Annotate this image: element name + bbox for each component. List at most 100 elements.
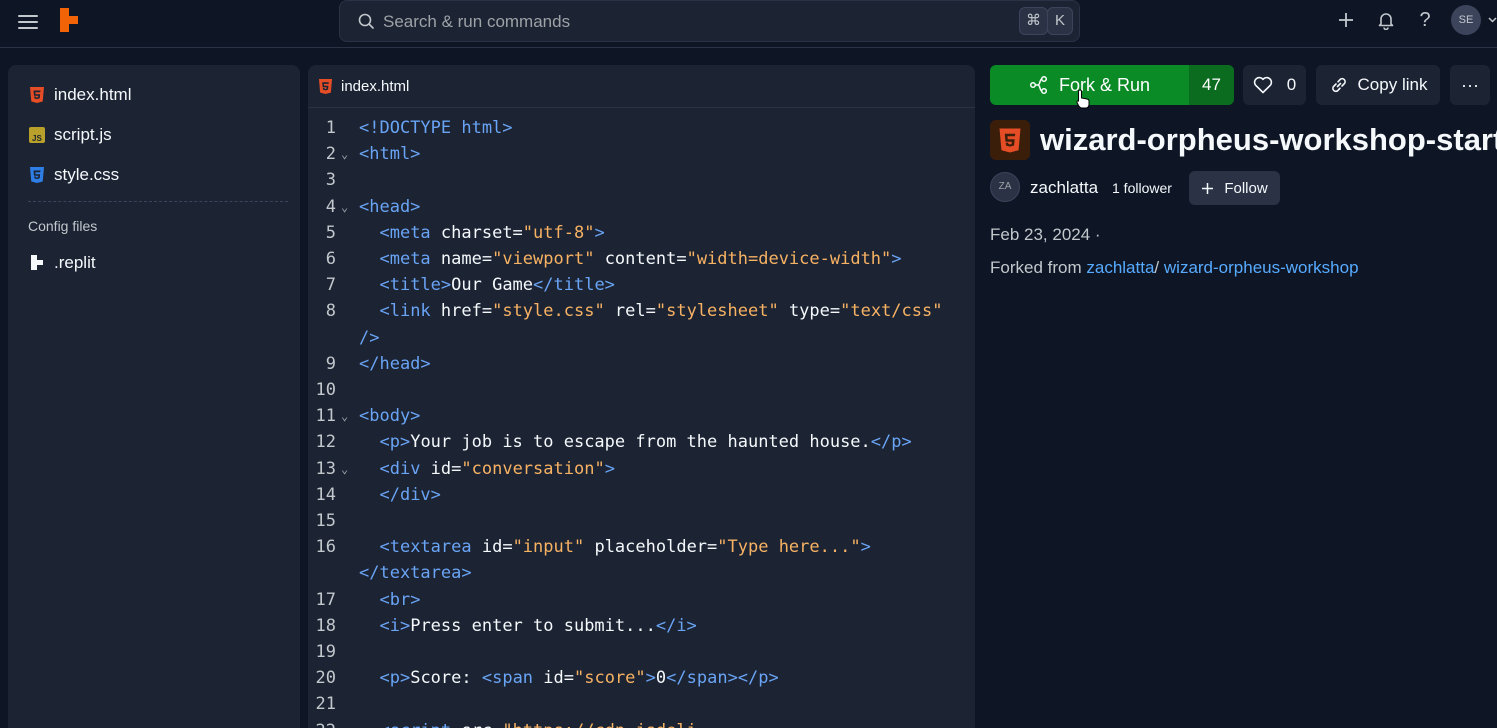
code-line[interactable]: 22 <script src="https://cdn.jsdeli — [308, 718, 975, 728]
code-text: <script src="https://cdn.jsdeli — [359, 718, 696, 728]
code-text: <br> — [359, 587, 420, 613]
line-number: 8 — [325, 301, 336, 322]
command-key: ⌘ — [1019, 7, 1048, 35]
fold-chevron-icon[interactable]: ⌄ — [341, 456, 348, 482]
code-line[interactable]: 14 </div> — [308, 482, 975, 508]
code-line[interactable]: 13 ⌄ <div id="conversation"> — [308, 456, 975, 482]
code-line[interactable]: 5 <meta charset="utf-8"> — [308, 220, 975, 246]
help-icon[interactable]: ? — [1413, 8, 1437, 32]
code-line[interactable]: 15 — [308, 508, 975, 534]
more-options-button[interactable]: ··· — [1450, 65, 1490, 105]
line-number: 7 — [325, 275, 336, 296]
line-number: 19 — [315, 642, 336, 662]
line-number: 12 — [315, 432, 336, 453]
fork-and-run-button[interactable]: Fork & Run 47 — [990, 65, 1234, 105]
repl-title: wizard-orpheus-workshop-starter — [1040, 122, 1497, 157]
fork-label: Fork & Run — [1058, 74, 1151, 95]
code-token: placeholder= — [584, 537, 718, 558]
code-line[interactable]: 3 — [308, 167, 975, 193]
code-line[interactable]: 11 ⌄ <body> — [308, 403, 975, 429]
owner-username[interactable]: zachlatta — [1030, 178, 1098, 198]
code-token: "style.css" — [492, 301, 605, 322]
line-number: 17 — [315, 589, 336, 610]
code-token: <html> — [359, 144, 421, 165]
code-line[interactable]: 10 — [308, 377, 975, 403]
forked-from: Forked from zachlatta/ wizard-orpheus-wo… — [990, 258, 1359, 278]
editor-tab-label: index.html — [341, 77, 410, 95]
code-editor[interactable]: index.html 1 <!DOCTYPE html> 2 ⌄ <html> 3 4 ⌄ <h… — [308, 65, 975, 728]
code-line[interactable]: 19 — [308, 639, 975, 665]
like-count: 0 — [1286, 75, 1297, 94]
code-text: <head> — [359, 194, 420, 220]
fold-chevron-icon[interactable]: ⌄ — [341, 194, 348, 220]
code-token: "text/css" — [840, 301, 943, 322]
code-line[interactable]: 20 <p>Score: <span id="score">0</span></… — [308, 665, 975, 691]
fork-count[interactable]: 47 — [1189, 65, 1234, 105]
replit-logo[interactable] — [58, 8, 80, 32]
code-token: <p> — [379, 432, 411, 453]
code-text: <p>Score: <span id="score">0</span></p> — [359, 665, 778, 691]
css3-icon — [28, 166, 46, 184]
file-replit-config[interactable]: .replit — [28, 248, 288, 278]
code-line[interactable]: /> — [308, 325, 975, 351]
link-icon — [1331, 77, 1346, 93]
line-number: 18 — [315, 615, 336, 636]
forked-repl-link[interactable]: wizard-orpheus-workshop — [1164, 258, 1359, 277]
code-line[interactable]: 6 <meta name="viewport" content="width=d… — [308, 246, 975, 272]
code-token: </p> — [870, 432, 912, 453]
replit-config-icon — [28, 254, 46, 272]
line-number: 11 — [315, 406, 336, 427]
chevron-down-icon[interactable] — [1488, 17, 1497, 23]
like-button[interactable]: 0 — [1243, 65, 1306, 105]
code-token: "conversation" — [461, 458, 605, 479]
code-token: Your job is to escape from the haunted h… — [410, 432, 871, 453]
code-text: <html> — [359, 141, 420, 167]
code-line[interactable]: 9 </head> — [308, 351, 975, 377]
code-line[interactable]: 16 <textarea id="input" placeholder="Typ… — [308, 534, 975, 560]
code-line[interactable]: 4 ⌄ <head> — [308, 194, 975, 220]
code-line[interactable]: 1 <!DOCTYPE html> — [308, 115, 975, 141]
line-number: 1 — [325, 118, 336, 138]
code-line[interactable]: 18 <i>Press enter to submit...</i> — [308, 613, 975, 639]
file-style-css[interactable]: style.css — [28, 160, 288, 190]
html5-icon — [999, 128, 1021, 152]
editor-tab[interactable]: index.html — [308, 65, 975, 108]
file-index-html[interactable]: index.html — [28, 80, 288, 110]
fold-chevron-icon[interactable]: ⌄ — [341, 141, 348, 167]
line-number: 15 — [315, 511, 336, 531]
code-line[interactable]: 12 <p>Your job is to escape from the hau… — [308, 429, 975, 455]
code-token: /> — [359, 327, 380, 348]
menu-icon[interactable] — [18, 12, 38, 30]
code-token: <meta — [379, 222, 441, 243]
plus-icon[interactable] — [1334, 8, 1358, 32]
code-line[interactable]: 21 — [308, 691, 975, 717]
file-script-js[interactable]: JS script.js — [28, 120, 288, 150]
code-line[interactable]: 8 <link href="style.css" rel="stylesheet… — [308, 298, 975, 324]
owner-avatar[interactable]: ZA — [990, 172, 1020, 202]
avatar[interactable]: SE — [1451, 5, 1481, 35]
forked-separator: / — [1154, 258, 1160, 277]
code-line[interactable]: 7 <title>Our Game</title> — [308, 272, 975, 298]
search-icon — [358, 13, 374, 29]
code-line[interactable]: </textarea> — [308, 560, 975, 586]
file-name: index.html — [54, 85, 132, 104]
code-token: "Type here..." — [717, 537, 861, 558]
forked-owner-link[interactable]: zachlatta — [1086, 258, 1154, 277]
js-icon: JS — [28, 126, 46, 144]
fold-chevron-icon[interactable]: ⌄ — [341, 403, 348, 429]
code-line[interactable]: 2 ⌄ <html> — [308, 141, 975, 167]
forked-prefix: Forked from — [990, 258, 1082, 277]
follow-button[interactable]: Follow — [1189, 171, 1280, 205]
code-text: <i>Press enter to submit...</i> — [359, 613, 696, 639]
copy-link-button[interactable]: Copy link — [1316, 65, 1440, 105]
bell-icon[interactable] — [1374, 8, 1398, 32]
publish-date: Feb 23, 2024 · — [990, 225, 1101, 244]
search-bar[interactable]: Search & run commands ⌘ K — [339, 0, 1080, 42]
follower-count: 1 follower — [1112, 180, 1172, 196]
code-token: Press enter to submit... — [410, 615, 656, 636]
code-text: <meta name="viewport" content="width=dev… — [359, 246, 901, 272]
code-line[interactable]: 17 <br> — [308, 587, 975, 613]
